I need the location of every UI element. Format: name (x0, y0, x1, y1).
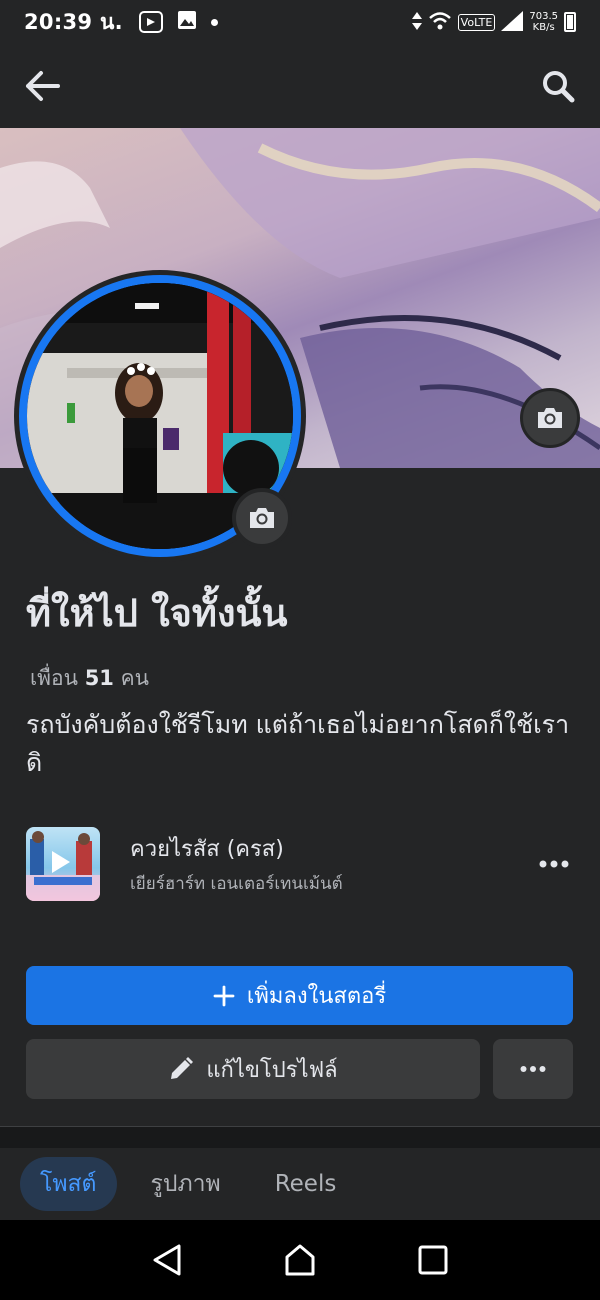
edit-avatar-button[interactable] (232, 488, 292, 548)
tab-posts[interactable]: โพสต์ (20, 1157, 117, 1211)
profile-music[interactable]: ควยไรสัส (ครส) เยียร์ฮาร์ท เอนเตอร์เทนเม… (26, 826, 574, 902)
profile-tabs: โพสต์ รูปภาพ Reels (0, 1148, 600, 1220)
friends-suffix: คน (120, 666, 150, 690)
friends-count[interactable]: เพื่อน 51 คน (30, 662, 149, 695)
more-dots-icon (520, 1066, 546, 1072)
speed-unit: KB/s (532, 22, 555, 33)
camera-icon (250, 508, 274, 528)
arrow-left-icon (26, 71, 60, 101)
tab-reels[interactable]: Reels (255, 1157, 357, 1211)
network-badge: VoLTE (457, 13, 496, 31)
message-icon (138, 11, 163, 33)
battery-icon (564, 12, 576, 32)
profile-bio: รถบังคับต้องใช้รีโมท แต่ถ้าเธอไม่อยากโสด… (26, 710, 570, 777)
back-button[interactable] (22, 66, 62, 106)
add-to-story-label: เพิ่มลงในสตอรี่ (246, 984, 387, 1009)
music-artist: เยียร์ฮาร์ท เอนเตอร์เทนเม้นต์ (130, 874, 343, 894)
app-header (0, 44, 600, 128)
music-thumbnail-art (26, 831, 100, 901)
recents-square-icon (418, 1245, 448, 1275)
status-time: 20:39 น. (24, 9, 123, 34)
play-icon (52, 851, 70, 873)
music-more-button[interactable] (534, 844, 574, 884)
wifi-icon (428, 11, 452, 34)
more-dots-icon (539, 860, 569, 868)
system-nav-bar (0, 1220, 600, 1300)
profile-screen: 20:39 น. VoLTE 703.5 KB/s ที่ให้ไป ใจทั้… (0, 0, 600, 1300)
profile-name: ที่ให้ไป ใจทั้งนั้น (26, 591, 288, 635)
pencil-icon (171, 1057, 194, 1079)
camera-icon (538, 408, 562, 428)
nav-recents-button[interactable] (403, 1230, 463, 1290)
edit-profile-button[interactable]: แก้ไขโปรไฟล์ (26, 1039, 480, 1099)
plus-icon (213, 985, 235, 1006)
nav-home-button[interactable] (270, 1230, 330, 1290)
status-bar: 20:39 น. VoLTE 703.5 KB/s (0, 0, 600, 44)
network-speed: 703.5 KB/s (529, 11, 558, 33)
section-divider (0, 1126, 600, 1148)
profile-more-button[interactable] (493, 1039, 573, 1099)
search-button[interactable] (538, 66, 578, 106)
search-icon (543, 71, 575, 103)
dot-icon (210, 18, 218, 26)
edit-cover-button[interactable] (520, 388, 580, 448)
nav-back-button[interactable] (137, 1230, 197, 1290)
speed-value: 703.5 (529, 11, 558, 22)
signal-icon (501, 10, 524, 34)
music-title: ควยไรสัส (ครส) (130, 837, 284, 862)
friends-prefix: เพื่อน (30, 666, 78, 690)
back-triangle-icon (153, 1244, 181, 1276)
add-to-story-button[interactable]: เพิ่มลงในสตอรี่ (26, 966, 573, 1025)
data-arrows-icon (411, 11, 422, 33)
edit-profile-label: แก้ไขโปรไฟล์ (206, 1057, 338, 1083)
tab-photos[interactable]: รูปภาพ (131, 1157, 241, 1211)
home-circle-icon (285, 1244, 315, 1276)
friends-number: 51 (84, 666, 114, 690)
music-thumbnail[interactable] (26, 827, 100, 901)
image-icon (177, 10, 197, 34)
